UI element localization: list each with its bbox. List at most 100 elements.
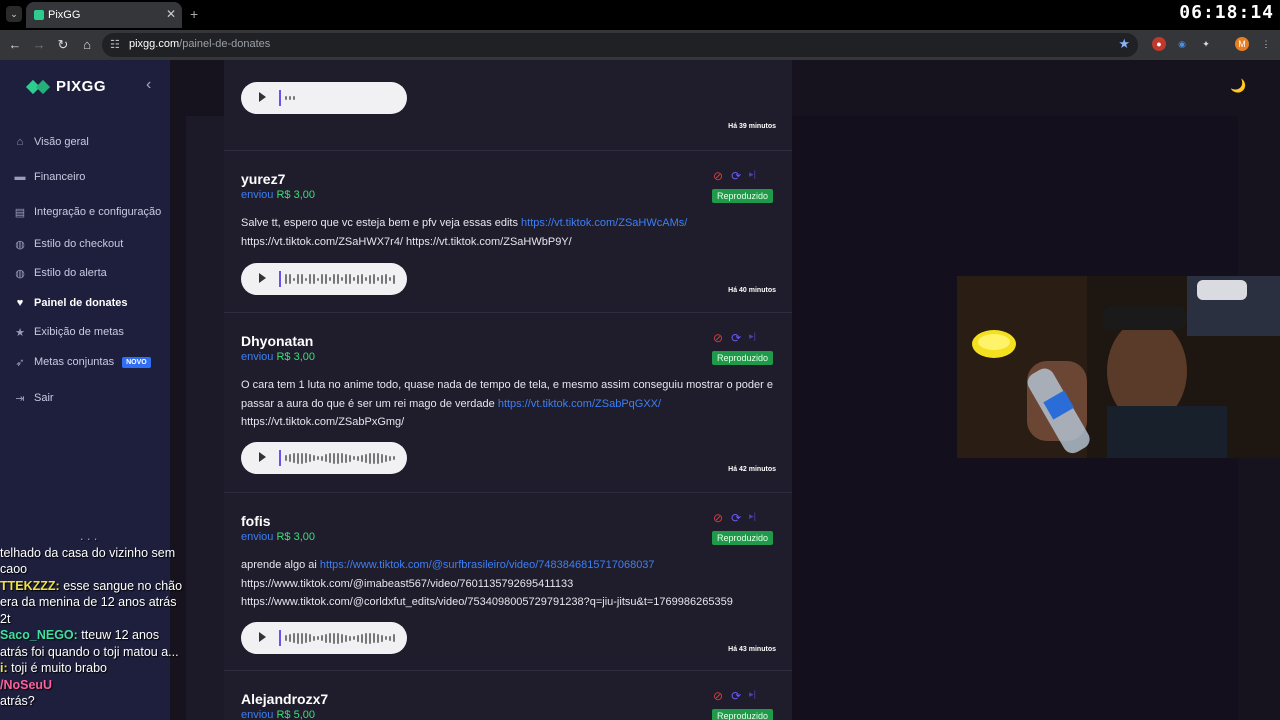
- donation-amount: R$ 3,00: [276, 531, 316, 543]
- pixgg-logo-icon: [28, 80, 50, 94]
- browser-tab[interactable]: PixGG ✕: [26, 2, 182, 28]
- waveform-bar: [341, 633, 343, 643]
- tab-title: PixGG: [48, 9, 81, 21]
- block-icon[interactable]: ⊘: [713, 689, 723, 703]
- sidebar-item-metas-conjuntas[interactable]: ➶ Metas conjuntas NOVO: [14, 356, 151, 369]
- audio-player[interactable]: [241, 442, 407, 474]
- profile-avatar[interactable]: M: [1235, 37, 1249, 51]
- close-icon[interactable]: ✕: [166, 7, 176, 21]
- extensions-puzzle-icon[interactable]: ✦: [1199, 37, 1213, 51]
- waveform-bar: [393, 274, 395, 284]
- play-icon[interactable]: [259, 632, 266, 642]
- playhead: [279, 90, 281, 106]
- waveform-bar: [353, 636, 355, 640]
- block-icon[interactable]: ⊘: [713, 511, 723, 525]
- site-info-icon[interactable]: ☷: [110, 38, 120, 51]
- donation-actions: ⊘ ⟳ ▸|: [713, 331, 756, 345]
- message-link[interactable]: https://www.tiktok.com/@surfbrasileiro/v…: [320, 559, 655, 571]
- skip-icon[interactable]: ▸|: [749, 689, 756, 703]
- sidebar-item-visao-geral[interactable]: ⌂ Visão geral: [14, 136, 89, 148]
- replay-icon[interactable]: ⟳: [731, 169, 741, 183]
- audio-player[interactable]: [241, 263, 407, 295]
- waveform-bar: [301, 274, 303, 284]
- address-bar[interactable]: ☷ pixgg.com/painel-de-donates ★: [102, 33, 1138, 57]
- replay-icon[interactable]: ⟳: [731, 511, 741, 525]
- chat-message: TTEKZZZ: esse sangue no chão era da meni…: [0, 578, 183, 626]
- waveform: [285, 82, 295, 114]
- chat-message: atrás?: [0, 694, 35, 708]
- waveform-bar: [333, 632, 335, 644]
- donation-amount: R$ 5,00: [276, 709, 316, 720]
- extension-icon[interactable]: ◉: [1175, 37, 1189, 51]
- reload-icon[interactable]: ↻: [55, 37, 71, 53]
- forward-icon[interactable]: →: [31, 37, 47, 52]
- donation-card: yurez7 enviou R$ 3,00 ⊘ ⟳ ▸| Reproduzido…: [224, 150, 792, 312]
- block-icon[interactable]: ⊘: [713, 331, 723, 345]
- chat-message: Saco_NEGO: tteuw 12 anos atrás foi quand…: [0, 628, 179, 659]
- sidebar-item-sair[interactable]: ⇥ Sair: [14, 392, 53, 405]
- donation-message: O cara tem 1 luta no anime todo, quase n…: [241, 379, 773, 428]
- app-root: 🌙 PIXGG ‹ ⌂ Visão geral ▬ Financeiro ▤ I…: [0, 60, 1280, 720]
- waveform-bar: [309, 634, 311, 642]
- waveform-bar: [313, 455, 315, 461]
- message-link[interactable]: https://vt.tiktok.com/ZSabPqGXX/: [498, 398, 661, 410]
- skip-icon[interactable]: ▸|: [749, 511, 756, 525]
- status-badge: Reproduzido: [712, 189, 774, 203]
- replay-icon[interactable]: ⟳: [731, 331, 741, 345]
- play-icon[interactable]: [259, 92, 266, 102]
- donation-card: Há 39 minutos: [224, 60, 792, 150]
- donor-name: Alejandrozx7: [241, 691, 329, 707]
- status-badge: Reproduzido: [712, 709, 774, 720]
- waveform-bar: [365, 632, 367, 644]
- back-icon[interactable]: ←: [7, 37, 23, 52]
- skip-icon[interactable]: ▸|: [749, 331, 756, 345]
- waveform-bar: [333, 452, 335, 464]
- sidebar-item-painel-donates[interactable]: ♥ Painel de donates: [14, 297, 128, 309]
- sidebar-item-estilo-checkout[interactable]: ◍ Estilo do checkout: [14, 238, 123, 251]
- replay-icon[interactable]: ⟳: [731, 689, 741, 703]
- playhead: [279, 271, 281, 287]
- waveform-bar: [345, 634, 347, 642]
- status-badge: Reproduzido: [712, 531, 774, 545]
- waveform-bar: [389, 455, 391, 461]
- bookmark-star-icon[interactable]: ★: [1118, 36, 1130, 52]
- waveform-bar: [365, 453, 367, 463]
- waveform-bar: [317, 277, 319, 281]
- home-icon[interactable]: ⌂: [79, 37, 95, 52]
- waveform-bar: [317, 456, 319, 460]
- waveform-bar: [293, 453, 295, 463]
- audio-player[interactable]: [241, 82, 407, 114]
- donor-name: fofis: [241, 513, 271, 529]
- waveform-bar: [309, 454, 311, 462]
- theme-toggle-icon[interactable]: 🌙: [1230, 78, 1246, 94]
- donation-time: Há 39 minutos: [728, 123, 776, 130]
- new-tab-button[interactable]: +: [190, 6, 198, 22]
- collapse-sidebar-icon[interactable]: ‹: [146, 76, 151, 94]
- waveform-bar: [305, 633, 307, 643]
- waveform-bar: [345, 274, 347, 284]
- extension-icon[interactable]: ●: [1152, 37, 1166, 51]
- waveform-bar: [333, 274, 335, 284]
- tab-search-button[interactable]: ⌄: [6, 6, 22, 22]
- waveform-bar: [325, 454, 327, 462]
- waveform-bar: [305, 453, 307, 463]
- waveform-bar: [373, 274, 375, 284]
- playhead: [279, 450, 281, 466]
- play-icon[interactable]: [259, 273, 266, 283]
- block-icon[interactable]: ⊘: [713, 169, 723, 183]
- sidebar-item-estilo-alerta[interactable]: ◍ Estilo do alerta: [14, 267, 107, 280]
- skip-icon[interactable]: ▸|: [749, 169, 756, 183]
- pixgg-logo[interactable]: PIXGG: [28, 78, 106, 95]
- donation-message: aprende algo ai https://www.tiktok.com/@…: [241, 559, 733, 608]
- menu-kebab-icon[interactable]: ⋮: [1259, 37, 1273, 51]
- waveform-bar: [289, 454, 291, 462]
- donations-list: Há 39 minutos yurez7 enviou R$ 3,00 ⊘ ⟳ …: [224, 60, 792, 720]
- sidebar-item-integracao[interactable]: ▤ Integração e configuração: [14, 206, 161, 219]
- waveform-bar: [329, 453, 331, 463]
- sidebar-item-financeiro[interactable]: ▬ Financeiro: [14, 171, 86, 183]
- message-link[interactable]: https://vt.tiktok.com/ZSaHWcAMs/: [521, 217, 687, 229]
- play-icon[interactable]: [259, 452, 266, 462]
- sidebar-item-exibicao-metas[interactable]: ★ Exibição de metas: [14, 326, 124, 339]
- waveform-bar: [349, 274, 351, 284]
- audio-player[interactable]: [241, 622, 407, 654]
